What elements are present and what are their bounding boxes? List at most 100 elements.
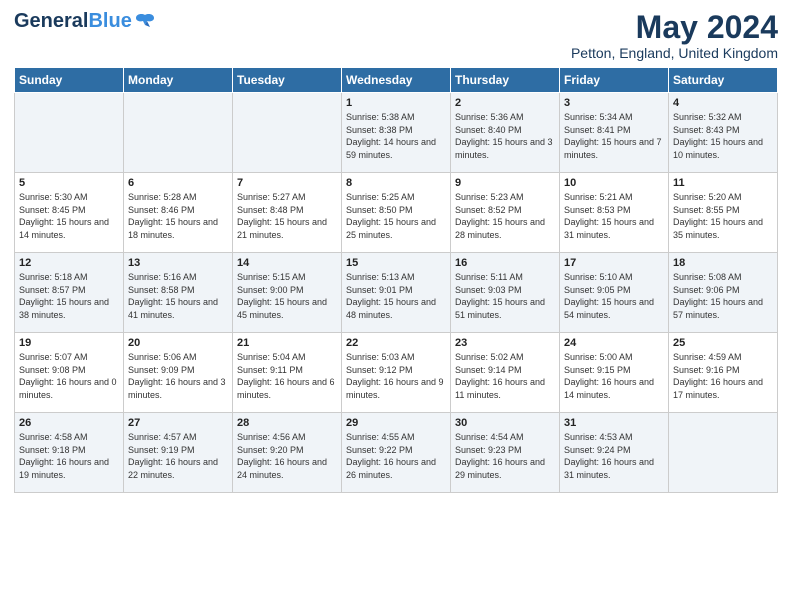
col-monday: Monday xyxy=(124,68,233,93)
cell-info: Sunrise: 5:23 AM Sunset: 8:52 PM Dayligh… xyxy=(455,191,555,241)
cell-info: Sunrise: 4:56 AM Sunset: 9:20 PM Dayligh… xyxy=(237,431,337,481)
week-row-2: 5 Sunrise: 5:30 AM Sunset: 8:45 PM Daylig… xyxy=(15,173,778,253)
day-number: 14 xyxy=(237,257,337,269)
logo-general: General xyxy=(14,10,88,32)
cell-info: Sunrise: 5:15 AM Sunset: 9:00 PM Dayligh… xyxy=(237,271,337,321)
day-number: 27 xyxy=(128,417,228,429)
calendar-cell: 21 Sunrise: 5:04 AM Sunset: 9:11 PM Dayli… xyxy=(233,333,342,413)
day-number: 18 xyxy=(673,257,773,269)
header: GeneralBlue May 2024 Petton, England, Un… xyxy=(14,10,778,61)
day-number: 16 xyxy=(455,257,555,269)
subtitle: Petton, England, United Kingdom xyxy=(571,45,778,61)
calendar-cell: 14 Sunrise: 5:15 AM Sunset: 9:00 PM Dayli… xyxy=(233,253,342,333)
calendar-cell: 25 Sunrise: 4:59 AM Sunset: 9:16 PM Dayli… xyxy=(669,333,778,413)
cell-info: Sunrise: 5:18 AM Sunset: 8:57 PM Dayligh… xyxy=(19,271,119,321)
calendar-cell: 12 Sunrise: 5:18 AM Sunset: 8:57 PM Dayli… xyxy=(15,253,124,333)
calendar-cell: 11 Sunrise: 5:20 AM Sunset: 8:55 PM Dayli… xyxy=(669,173,778,253)
cell-info: Sunrise: 5:25 AM Sunset: 8:50 PM Dayligh… xyxy=(346,191,446,241)
cell-info: Sunrise: 5:07 AM Sunset: 9:08 PM Dayligh… xyxy=(19,351,119,401)
cell-info: Sunrise: 4:57 AM Sunset: 9:19 PM Dayligh… xyxy=(128,431,228,481)
day-number: 28 xyxy=(237,417,337,429)
day-number: 5 xyxy=(19,177,119,189)
calendar-cell: 30 Sunrise: 4:54 AM Sunset: 9:23 PM Dayli… xyxy=(451,413,560,493)
col-saturday: Saturday xyxy=(669,68,778,93)
day-number: 26 xyxy=(19,417,119,429)
calendar-cell xyxy=(15,93,124,173)
calendar-cell: 13Sunrise: 5:16 AM Sunset: 8:58 PM Dayli… xyxy=(124,253,233,333)
cell-info: Sunrise: 5:06 AM Sunset: 9:09 PM Dayligh… xyxy=(128,351,228,401)
day-number: 21 xyxy=(237,337,337,349)
title-block: May 2024 Petton, England, United Kingdom xyxy=(571,10,778,61)
cell-info: Sunrise: 4:55 AM Sunset: 9:22 PM Dayligh… xyxy=(346,431,446,481)
day-number: 6 xyxy=(128,177,228,189)
calendar-body: 1Sunrise: 5:38 AM Sunset: 8:38 PM Daylig… xyxy=(15,93,778,493)
week-row-1: 1Sunrise: 5:38 AM Sunset: 8:38 PM Daylig… xyxy=(15,93,778,173)
header-row: Sunday Monday Tuesday Wednesday Thursday… xyxy=(15,68,778,93)
calendar-cell: 23Sunrise: 5:02 AM Sunset: 9:14 PM Dayli… xyxy=(451,333,560,413)
calendar-cell: 18 Sunrise: 5:08 AM Sunset: 9:06 PM Dayli… xyxy=(669,253,778,333)
cell-info: Sunrise: 5:36 AM Sunset: 8:40 PM Dayligh… xyxy=(455,111,555,161)
logo-bird-icon xyxy=(134,11,156,33)
calendar-cell: 2 Sunrise: 5:36 AM Sunset: 8:40 PM Daylig… xyxy=(451,93,560,173)
cell-info: Sunrise: 5:20 AM Sunset: 8:55 PM Dayligh… xyxy=(673,191,773,241)
day-number: 3 xyxy=(564,97,664,109)
calendar-cell: 4Sunrise: 5:32 AM Sunset: 8:43 PM Daylig… xyxy=(669,93,778,173)
day-number: 25 xyxy=(673,337,773,349)
logo-blue: Blue xyxy=(88,10,131,32)
day-number: 31 xyxy=(564,417,664,429)
cell-info: Sunrise: 4:58 AM Sunset: 9:18 PM Dayligh… xyxy=(19,431,119,481)
calendar-cell: 9 Sunrise: 5:23 AM Sunset: 8:52 PM Daylig… xyxy=(451,173,560,253)
col-sunday: Sunday xyxy=(15,68,124,93)
day-number: 22 xyxy=(346,337,446,349)
calendar-cell: 19Sunrise: 5:07 AM Sunset: 9:08 PM Dayli… xyxy=(15,333,124,413)
day-number: 12 xyxy=(19,257,119,269)
calendar-cell: 27 Sunrise: 4:57 AM Sunset: 9:19 PM Dayli… xyxy=(124,413,233,493)
cell-info: Sunrise: 5:08 AM Sunset: 9:06 PM Dayligh… xyxy=(673,271,773,321)
day-number: 7 xyxy=(237,177,337,189)
day-number: 23 xyxy=(455,337,555,349)
calendar-cell: 29 Sunrise: 4:55 AM Sunset: 9:22 PM Dayli… xyxy=(342,413,451,493)
calendar-cell: 17Sunrise: 5:10 AM Sunset: 9:05 PM Dayli… xyxy=(560,253,669,333)
cell-info: Sunrise: 4:59 AM Sunset: 9:16 PM Dayligh… xyxy=(673,351,773,401)
col-friday: Friday xyxy=(560,68,669,93)
col-wednesday: Wednesday xyxy=(342,68,451,93)
week-row-4: 19Sunrise: 5:07 AM Sunset: 9:08 PM Dayli… xyxy=(15,333,778,413)
calendar-cell: 24 Sunrise: 5:00 AM Sunset: 9:15 PM Dayli… xyxy=(560,333,669,413)
day-number: 20 xyxy=(128,337,228,349)
cell-info: Sunrise: 5:27 AM Sunset: 8:48 PM Dayligh… xyxy=(237,191,337,241)
day-number: 29 xyxy=(346,417,446,429)
cell-info: Sunrise: 5:28 AM Sunset: 8:46 PM Dayligh… xyxy=(128,191,228,241)
calendar-cell: 15Sunrise: 5:13 AM Sunset: 9:01 PM Dayli… xyxy=(342,253,451,333)
col-tuesday: Tuesday xyxy=(233,68,342,93)
cell-info: Sunrise: 5:04 AM Sunset: 9:11 PM Dayligh… xyxy=(237,351,337,401)
cell-info: Sunrise: 5:10 AM Sunset: 9:05 PM Dayligh… xyxy=(564,271,664,321)
calendar-cell: 8Sunrise: 5:25 AM Sunset: 8:50 PM Daylig… xyxy=(342,173,451,253)
day-number: 24 xyxy=(564,337,664,349)
calendar-cell: 22 Sunrise: 5:03 AM Sunset: 9:12 PM Dayli… xyxy=(342,333,451,413)
day-number: 11 xyxy=(673,177,773,189)
calendar-cell: 20 Sunrise: 5:06 AM Sunset: 9:09 PM Dayli… xyxy=(124,333,233,413)
day-number: 2 xyxy=(455,97,555,109)
day-number: 15 xyxy=(346,257,446,269)
week-row-5: 26 Sunrise: 4:58 AM Sunset: 9:18 PM Dayli… xyxy=(15,413,778,493)
calendar-cell: 16Sunrise: 5:11 AM Sunset: 9:03 PM Dayli… xyxy=(451,253,560,333)
day-number: 13 xyxy=(128,257,228,269)
calendar-cell: 6 Sunrise: 5:28 AM Sunset: 8:46 PM Daylig… xyxy=(124,173,233,253)
cell-info: Sunrise: 5:38 AM Sunset: 8:38 PM Dayligh… xyxy=(346,111,446,161)
calendar-cell: 5 Sunrise: 5:30 AM Sunset: 8:45 PM Daylig… xyxy=(15,173,124,253)
calendar-cell xyxy=(669,413,778,493)
cell-info: Sunrise: 5:00 AM Sunset: 9:15 PM Dayligh… xyxy=(564,351,664,401)
calendar-cell: 7 Sunrise: 5:27 AM Sunset: 8:48 PM Daylig… xyxy=(233,173,342,253)
cell-info: Sunrise: 4:53 AM Sunset: 9:24 PM Dayligh… xyxy=(564,431,664,481)
cell-info: Sunrise: 5:03 AM Sunset: 9:12 PM Dayligh… xyxy=(346,351,446,401)
calendar-table: Sunday Monday Tuesday Wednesday Thursday… xyxy=(14,67,778,493)
day-number: 30 xyxy=(455,417,555,429)
day-number: 9 xyxy=(455,177,555,189)
cell-info: Sunrise: 5:21 AM Sunset: 8:53 PM Dayligh… xyxy=(564,191,664,241)
page-container: GeneralBlue May 2024 Petton, England, Un… xyxy=(0,0,792,501)
cell-info: Sunrise: 4:54 AM Sunset: 9:23 PM Dayligh… xyxy=(455,431,555,481)
logo: GeneralBlue xyxy=(14,10,156,33)
week-row-3: 12 Sunrise: 5:18 AM Sunset: 8:57 PM Dayli… xyxy=(15,253,778,333)
cell-info: Sunrise: 5:30 AM Sunset: 8:45 PM Dayligh… xyxy=(19,191,119,241)
cell-info: Sunrise: 5:32 AM Sunset: 8:43 PM Dayligh… xyxy=(673,111,773,161)
